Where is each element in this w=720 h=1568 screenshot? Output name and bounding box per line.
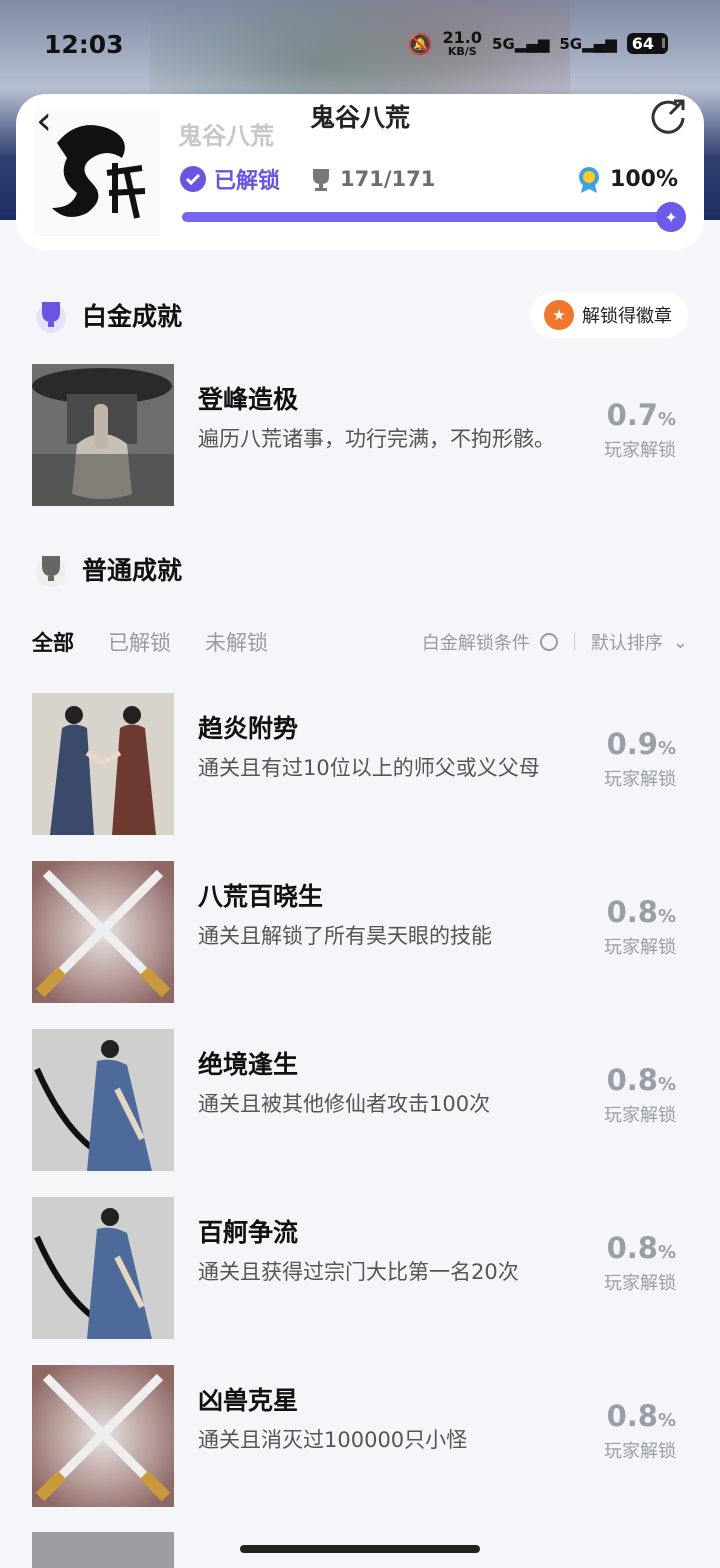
achievement-image xyxy=(32,693,174,835)
achievement-image-partial xyxy=(32,1532,174,1568)
trophy-icon xyxy=(313,169,330,191)
unlock-rate: 0.9% 玩家解锁 xyxy=(604,727,676,790)
achievement-image xyxy=(32,861,174,1003)
achievement-item[interactable]: 凶兽克星通关且消灭过100000只小怪 0.8% 玩家解锁 xyxy=(32,1365,688,1507)
tab-unlocked[interactable]: 已解锁 xyxy=(108,627,171,657)
achievement-description: 遍历八荒诸事，功行完满，不拘形骸。 xyxy=(198,427,555,451)
unlock-rate: 0.8% 玩家解锁 xyxy=(604,895,676,958)
crossed-swords-icon xyxy=(32,1365,174,1507)
normal-section-title: 普通成就 xyxy=(82,556,183,585)
achievement-item[interactable]: 趋炎附势通关且有过10位以上的师父或义父母 0.9% 玩家解锁 xyxy=(32,693,688,835)
platinum-trophy-icon xyxy=(36,302,66,333)
signal-icon: 5G▂▄▆ xyxy=(492,34,550,53)
medal-icon xyxy=(579,167,600,193)
unlock-rate: 0.7% 玩家解锁 xyxy=(604,398,676,461)
mute-bell-icon: 🔕 xyxy=(407,31,433,56)
badge-label: 解锁得徽章 xyxy=(582,306,672,327)
unlock-stats: 已解锁 171/171 100% xyxy=(178,162,678,196)
two-figures-icon xyxy=(32,693,174,835)
home-indicator[interactable] xyxy=(240,1545,480,1553)
sparkle-icon: ✦ xyxy=(656,202,686,232)
achievement-name: 百舸争流 xyxy=(198,1218,299,1247)
achievement-name: 趋炎附势 xyxy=(198,714,299,743)
crossed-swords-icon xyxy=(32,861,174,1003)
divider xyxy=(573,633,575,651)
normal-section-header: 普通成就 xyxy=(32,550,182,588)
unlocked-status: 已解锁 xyxy=(178,163,280,195)
achievement-description: 通关且被其他修仙者攻击100次 xyxy=(198,1092,491,1116)
platinum-section-header: 白金成就 xyxy=(32,296,182,334)
status-time: 12:03 xyxy=(44,30,124,59)
achievement-image xyxy=(32,1365,174,1507)
achievement-image xyxy=(32,364,174,506)
pointing-figure-icon xyxy=(32,364,174,506)
achievement-item[interactable]: 绝境逢生通关且被其他修仙者攻击100次 0.8% 玩家解锁 xyxy=(32,1029,688,1171)
battery-icon: 64 xyxy=(626,33,668,54)
achievement-name: 登峰造极 xyxy=(198,385,299,414)
share-icon[interactable] xyxy=(648,96,688,136)
unlock-rate: 0.8% 玩家解锁 xyxy=(604,1399,676,1462)
platinum-achievement[interactable]: 登峰造极 遍历八荒诸事，功行完满，不拘形骸。 0.7% 玩家解锁 xyxy=(32,364,688,506)
unlock-rate: 0.8% 玩家解锁 xyxy=(604,1231,676,1294)
achievement-description: 通关且获得过宗门大比第一名20次 xyxy=(198,1260,519,1284)
completion-progress-bar: ✦ xyxy=(182,202,686,232)
tab-all[interactable]: 全部 xyxy=(32,627,74,657)
badge-icon: ★ xyxy=(544,300,574,330)
achievement-description: 通关且有过10位以上的师父或义父母 xyxy=(198,756,540,780)
chevron-down-icon[interactable]: ⌄ xyxy=(673,632,688,653)
platinum-section-title: 白金成就 xyxy=(82,302,183,331)
unlock-rate: 0.8% 玩家解锁 xyxy=(604,1063,676,1126)
filter-bar: 全部 已解锁 未解锁 白金解锁条件 默认排序 ⌄ xyxy=(32,622,688,662)
unlock-badge-icon xyxy=(180,166,206,192)
swordsman-icon xyxy=(32,1197,174,1339)
achievement-image xyxy=(32,1197,174,1339)
sort-dropdown[interactable]: 默认排序 xyxy=(591,629,663,655)
swordsman-icon xyxy=(32,1029,174,1171)
completion-percent: 100% xyxy=(576,165,678,193)
tab-locked[interactable]: 未解锁 xyxy=(205,627,268,657)
status-icons: 🔕 21.0 KB/S 5G▂▄▆ 5G▂▄▆ 64 xyxy=(408,30,668,57)
achievement-description: 通关且解锁了所有昊天眼的技能 xyxy=(198,924,492,948)
progress-fill xyxy=(182,212,674,222)
trophy-icon xyxy=(36,556,66,587)
achievement-name: 八荒百晓生 xyxy=(198,882,324,911)
trophy-count: 171/171 xyxy=(310,167,435,191)
page-title: 鬼谷八荒 xyxy=(309,103,410,132)
status-bar: 12:03 🔕 21.0 KB/S 5G▂▄▆ 5G▂▄▆ 64 xyxy=(0,0,720,92)
signal-icon: 5G▂▄▆ xyxy=(559,34,617,53)
platinum-condition-toggle[interactable] xyxy=(539,633,558,651)
achievement-description: 通关且消灭过100000只小怪 xyxy=(198,1428,468,1452)
achievement-item[interactable]: 八荒百晓生通关且解锁了所有昊天眼的技能 0.8% 玩家解锁 xyxy=(32,861,688,1003)
unlock-badge-button[interactable]: ★ 解锁得徽章 xyxy=(530,292,688,338)
platinum-condition-label: 白金解锁条件 xyxy=(421,633,530,654)
game-header-card: ‹ 鬼谷八荒 鬼谷八荒 已解锁 171/171 100% ✦ xyxy=(16,94,704,250)
achievement-name: 凶兽克星 xyxy=(198,1386,299,1415)
filter-options: 白金解锁条件 默认排序 ⌄ xyxy=(422,629,688,655)
achievement-item[interactable]: 百舸争流通关且获得过宗门大比第一名20次 0.8% 玩家解锁 xyxy=(32,1197,688,1339)
achievement-image xyxy=(32,1029,174,1171)
network-speed: 21.0 KB/S xyxy=(442,28,483,58)
achievement-name: 绝境逢生 xyxy=(198,1050,299,1079)
